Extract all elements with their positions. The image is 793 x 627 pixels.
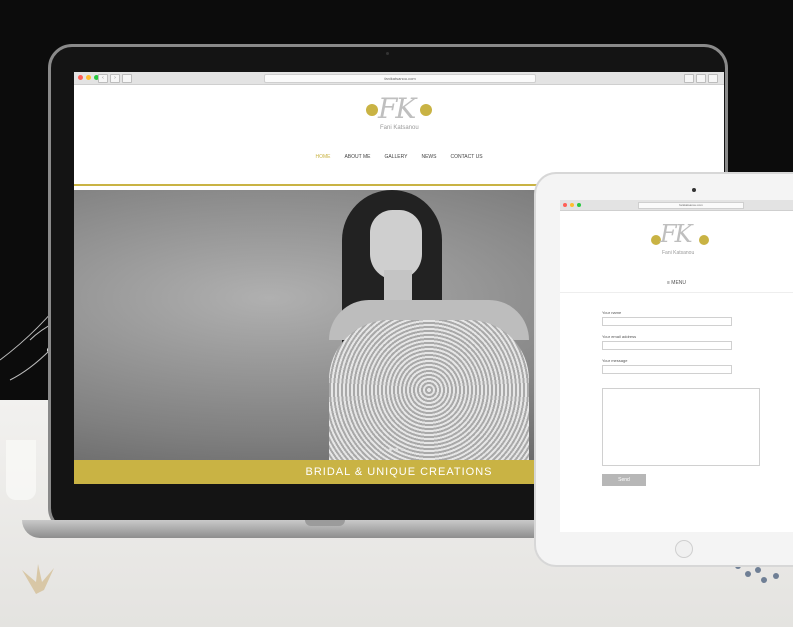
zoom-dot-icon[interactable] xyxy=(577,203,581,207)
close-dot-icon[interactable] xyxy=(78,75,83,80)
tablet-screen: fanikatsanou.com FK Fani Katsanou ≡ MENU… xyxy=(560,200,793,532)
nav-gallery[interactable]: GALLERY xyxy=(385,154,408,160)
tablet-window-controls xyxy=(563,203,581,207)
message-label: Your message xyxy=(602,358,628,363)
minimize-dot-icon[interactable] xyxy=(570,203,574,207)
message-textarea[interactable] xyxy=(602,388,760,466)
nav-news[interactable]: NEWS xyxy=(421,154,436,160)
email-label: Your email address xyxy=(602,334,637,339)
laptop-base xyxy=(22,520,572,538)
laptop-camera xyxy=(386,52,389,55)
tablet-site-logo[interactable]: FK Fani Katsanou xyxy=(650,220,710,268)
close-dot-icon[interactable] xyxy=(563,203,567,207)
menu-toggle[interactable]: ≡ MENU xyxy=(560,280,793,286)
tablet-address-bar[interactable]: fanikatsanou.com xyxy=(638,202,744,209)
nav-home[interactable]: HOME xyxy=(315,154,330,160)
browser-chrome: ‹ › fanikatsanou.com xyxy=(74,72,724,85)
minimize-dot-icon[interactable] xyxy=(86,75,91,80)
tablet-home-button[interactable] xyxy=(675,540,693,558)
logo-initials: FK xyxy=(378,92,416,125)
tablet-browser-chrome: fanikatsanou.com xyxy=(560,200,793,211)
site-logo[interactable]: FK Fani Katsanou xyxy=(364,92,434,142)
forward-button[interactable]: › xyxy=(110,74,120,83)
logo-name: Fani Katsanou xyxy=(380,125,419,131)
sidebar-icon[interactable] xyxy=(122,74,132,83)
slider-dots[interactable] xyxy=(389,448,404,451)
download-icon[interactable] xyxy=(684,74,694,83)
tablet-divider xyxy=(560,292,793,293)
tablet-logo-name: Fani Katsanou xyxy=(662,250,695,256)
nav-contact[interactable]: CONTACT US xyxy=(450,154,482,160)
email-field[interactable] xyxy=(602,341,732,350)
name-label: Your name xyxy=(602,310,622,315)
main-nav: HOME ABOUT ME GALLERY NEWS CONTACT US xyxy=(74,154,724,160)
send-button[interactable]: Send xyxy=(602,474,646,486)
share-icon[interactable] xyxy=(696,74,706,83)
subject-field[interactable] xyxy=(602,365,732,374)
back-button[interactable]: ‹ xyxy=(98,74,108,83)
tablet-logo-initials: FK xyxy=(660,220,693,248)
tablet-camera xyxy=(692,188,696,192)
window-controls xyxy=(78,75,99,80)
address-bar[interactable]: fanikatsanou.com xyxy=(264,74,536,83)
mug-decor xyxy=(6,440,36,500)
flower-decor xyxy=(22,564,54,594)
laptop-notch xyxy=(305,520,345,526)
name-field[interactable] xyxy=(602,317,732,326)
portrait-dress xyxy=(329,320,529,460)
tabs-icon[interactable] xyxy=(708,74,718,83)
nav-about[interactable]: ABOUT ME xyxy=(344,154,370,160)
